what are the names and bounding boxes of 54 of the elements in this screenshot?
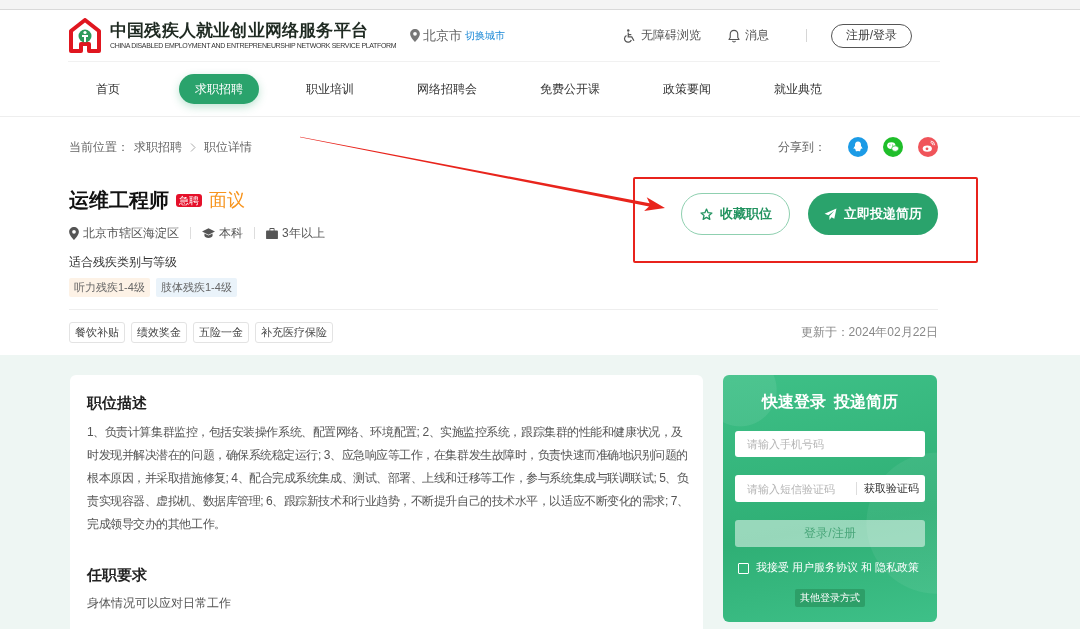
messages-link[interactable]: 消息	[727, 27, 769, 44]
job-title: 运维工程师	[69, 187, 169, 213]
chat-bubbles-icon[interactable]	[883, 137, 903, 157]
breadcrumb-label: 当前位置：	[69, 138, 129, 156]
login-title: 快速登录 投递简历	[760, 392, 900, 412]
phone-input[interactable]: 请输入手机号码	[735, 431, 925, 457]
location-text: 北京市辖区海淀区	[83, 224, 179, 242]
nav-tab[interactable]: 网络招聘会	[401, 74, 493, 104]
section-heading: 职位描述	[87, 393, 148, 413]
nav-tab[interactable]: 职业培训	[290, 74, 370, 104]
description-text: 1、负责计算集群监控，包括安装操作系统、配置网络、环境配置; 2、实施监控系统，跟踪集群的性能和健康状况，及时发现并解决潜在的问题，确保系统稳定运行; 3、应急响应等工作，在集群发生故障时，负责快速而准确地识别问题的根本原因，并采取措施修复; 4、配合完成系统集成、测试、部署、上线和迁移等工作，参与系统集成与联调联试; 5、负责实现容器、虚拟机、数据库管理; 6、跟踪新技术和行业趋势，不断提升自己的技术水平，以适应不断变化的需求; 7、完成领导交办的其他工作。	[87, 424, 689, 533]
agree-checkbox[interactable]	[738, 562, 749, 574]
graduation-cap-icon	[202, 228, 215, 238]
nav-tab[interactable]: 首页	[80, 74, 136, 104]
logo-icon	[68, 17, 102, 54]
code-input[interactable]: 请输入短信验证码	[735, 475, 856, 502]
requirement-text: 身体情况可以应对日常工作	[87, 595, 232, 612]
salary-text: 面议	[209, 189, 245, 212]
bell-icon	[727, 28, 741, 43]
location-pin-icon	[69, 226, 79, 240]
eye-swirl-icon[interactable]	[918, 137, 938, 157]
briefcase-icon	[266, 227, 278, 239]
benefit-tag: 五险一金	[193, 322, 249, 343]
nav-tab[interactable]: 政策要闻	[647, 74, 727, 104]
benefit-tag: 绩效奖金	[131, 322, 187, 343]
share-label: 分享到：	[778, 138, 826, 156]
breadcrumb-current: 职位详情	[204, 138, 252, 156]
update-date: 更新于：2024年02月22日	[800, 324, 938, 341]
paper-plane-icon	[824, 207, 837, 221]
nav-tab[interactable]: 免费公开课	[524, 74, 616, 104]
city-name: 北京市	[423, 26, 463, 45]
section-heading: 任职要求	[87, 565, 148, 585]
disability-tag: 听力残疾1-4级	[69, 278, 150, 297]
switch-city-link[interactable]: 切换城市	[465, 28, 506, 43]
disability-tag: 肢体残疾1-4级	[155, 278, 237, 297]
get-code-button[interactable]: 获取验证码	[856, 475, 925, 502]
penguin-icon[interactable]	[848, 137, 868, 157]
save-job-button[interactable]: 收藏职位	[681, 193, 790, 235]
accessibility-link[interactable]: 无障碍浏览	[623, 27, 701, 44]
experience-text: 3年以上	[282, 224, 325, 242]
nav-tab[interactable]: 就业典范	[758, 74, 838, 104]
location-pin-icon	[410, 29, 421, 42]
breadcrumb-link[interactable]: 求职招聘	[134, 138, 182, 156]
site-title: 中国残疾人就业创业网络服务平台	[110, 21, 369, 41]
urgent-badge: 急聘	[176, 193, 202, 207]
education-text: 本科	[219, 224, 243, 242]
disability-heading: 适合残疾类别与等级	[69, 254, 178, 270]
login-button[interactable]: 注册/登录	[831, 23, 912, 48]
star-icon	[699, 207, 713, 221]
benefit-tag: 餐饮补贴	[69, 322, 125, 343]
chevron-right-icon	[190, 142, 196, 152]
agreement-text: 我接受 用户服务协议 和 隐私政策	[756, 561, 919, 575]
benefit-tag: 补充医疗保险	[255, 322, 333, 343]
wheelchair-icon	[623, 28, 637, 43]
